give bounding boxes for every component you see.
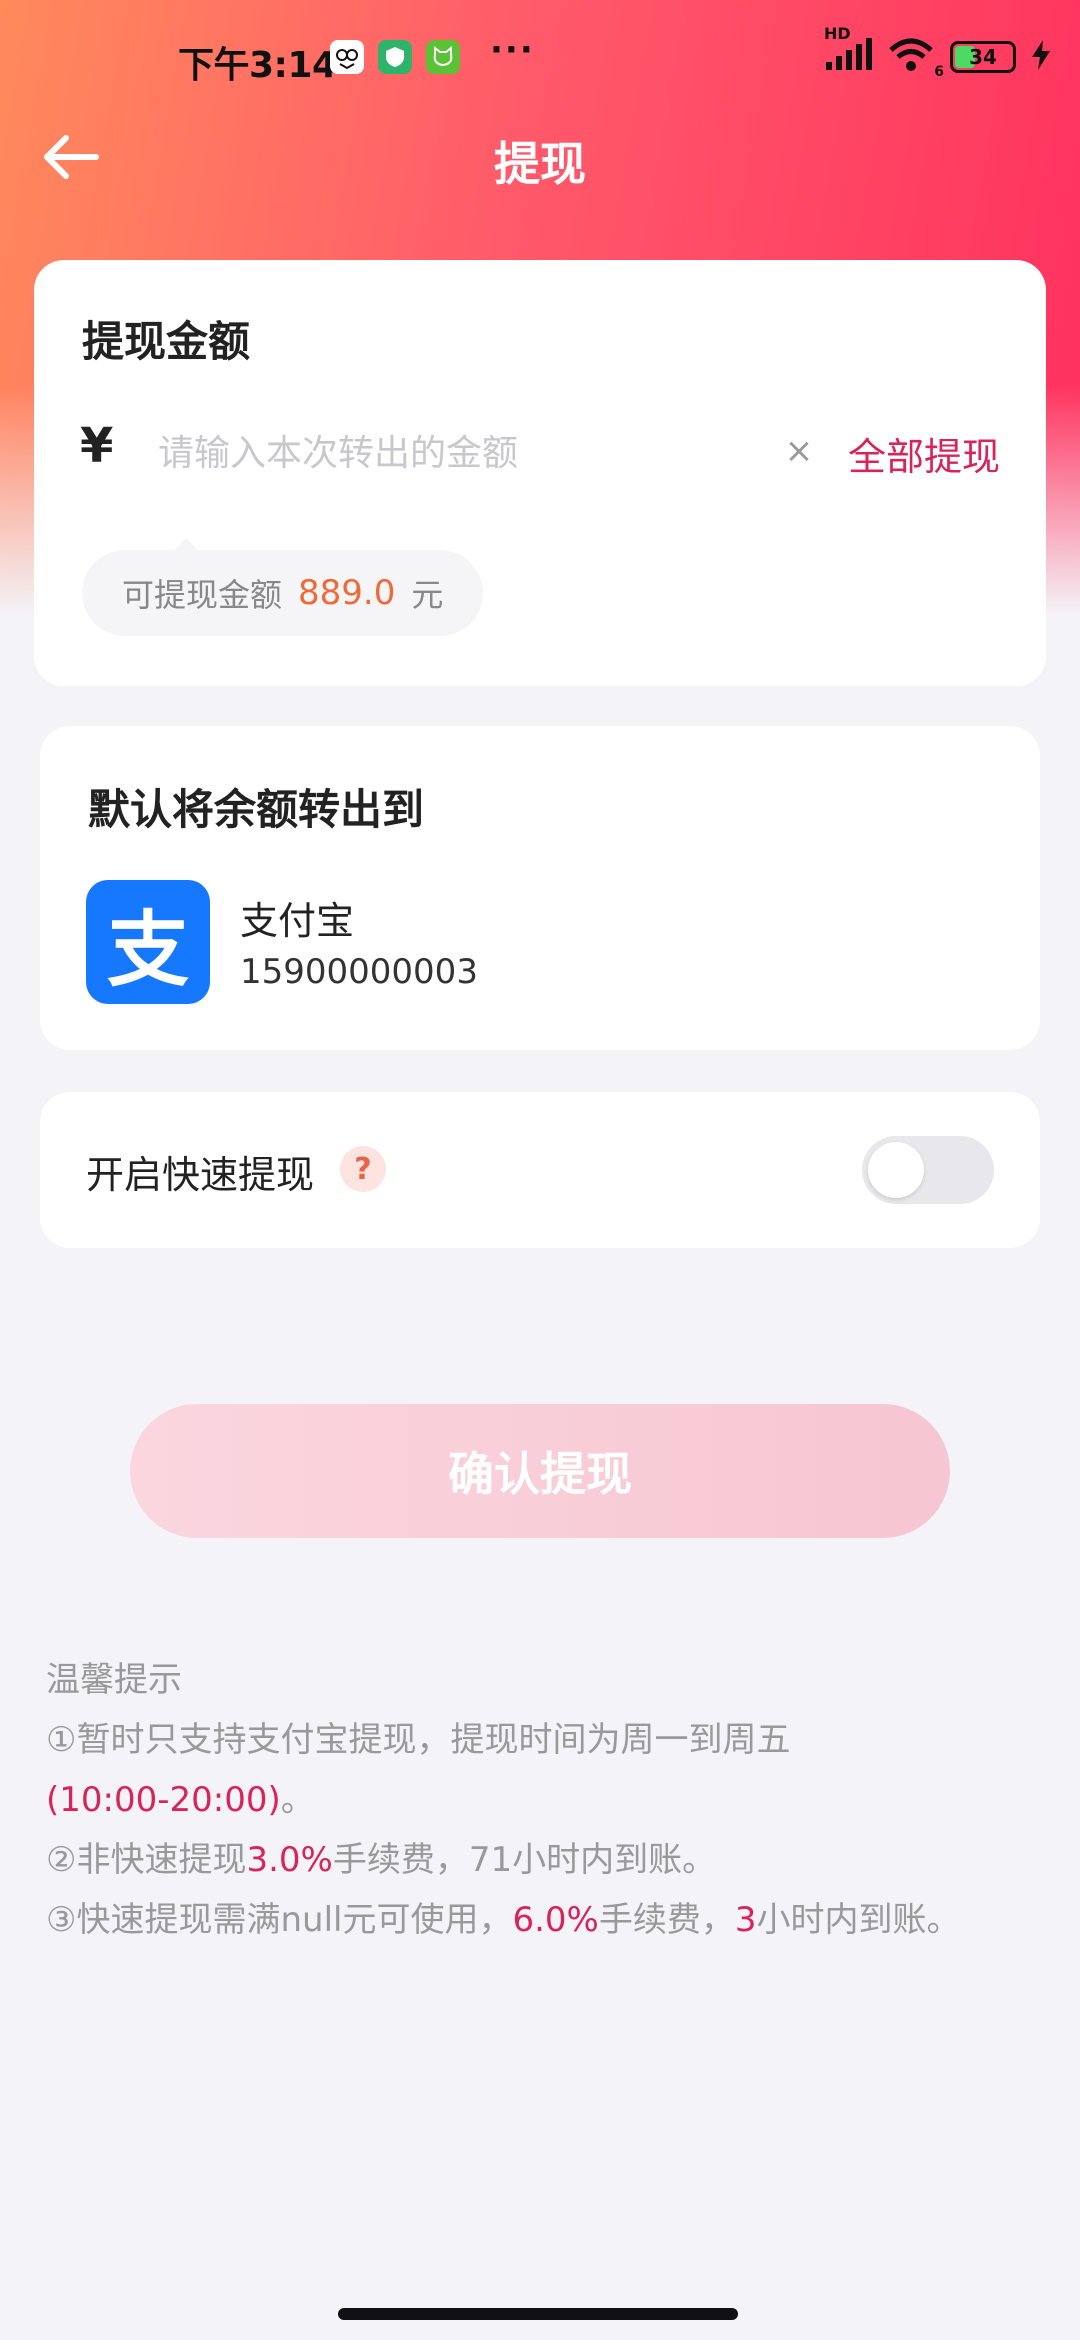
tip-1-text: ①暂时只支持支付宝提现，提现时间为周一到周五 <box>46 1720 791 1760</box>
help-icon[interactable]: ? <box>340 1146 386 1192</box>
withdraw-all-button[interactable]: 全部提现 <box>848 426 1000 481</box>
system-indicators: HD 6 34 <box>824 24 1050 80</box>
available-balance: 可提现金额 889.0 元 <box>82 538 484 636</box>
tip-line-1: ①暂时只支持支付宝提现，提现时间为周一到周五 <box>46 1710 1046 1770</box>
network-label: HD <box>824 24 851 43</box>
status-time: 下午3:14 <box>178 45 337 86</box>
tip-3-rate: 6.0% <box>512 1900 599 1940</box>
tips-section: 温馨提示 ①暂时只支持支付宝提现，提现时间为周一到周五 (10:00-20:00… <box>46 1650 1046 1950</box>
home-indicator[interactable] <box>338 2308 738 2320</box>
tip-3-text: ③快速提现需满null元可使用， <box>46 1900 513 1940</box>
tip-3-fee: 手续费， <box>598 1900 735 1940</box>
tip-line-1-cont: (10:00-20:00)。 <box>46 1770 1046 1830</box>
signal-icon: HD <box>824 24 872 76</box>
wifi-icon: 6 <box>888 38 944 80</box>
fast-withdraw-label: 开启快速提现 <box>86 1153 315 1197</box>
tip-line-2: ②非快速提现3.0%手续费，71小时内到账。 <box>46 1830 1046 1890</box>
fast-withdraw-toggle[interactable] <box>862 1136 994 1204</box>
destination-card[interactable]: 默认将余额转出到 支 支付宝 15900000003 <box>40 726 1040 1050</box>
cat-app-icon <box>426 40 460 74</box>
shield-app-icon <box>378 40 412 74</box>
amount-card-title: 提现金额 <box>82 317 251 366</box>
tip-3-rest: 小时内到账。 <box>756 1900 961 1940</box>
tip-2-text: ②非快速提现 <box>46 1840 247 1880</box>
tip-1-hours: (10:00-20:00) <box>46 1780 281 1820</box>
wifi-standard-label: 6 <box>934 64 944 80</box>
balance-label: 可提现金额 <box>122 576 283 614</box>
tip-line-3: ③快速提现需满null元可使用，6.0%手续费，3小时内到账。 <box>46 1890 1046 1950</box>
balance-unit: 元 <box>411 576 444 614</box>
tip-2-rest: 手续费，71小时内到账。 <box>332 1840 717 1880</box>
fast-withdraw-card: 开启快速提现 ? <box>40 1092 1040 1248</box>
more-notifications-icon: ··· <box>490 30 535 70</box>
owl-app-icon <box>330 40 364 74</box>
clear-icon[interactable]: × <box>774 426 824 476</box>
currency-symbol: ¥ <box>80 418 114 474</box>
alipay-logo-icon: 支 <box>86 880 210 1004</box>
withdraw-amount-card: 提现金额 ¥ × 全部提现 可提现金额 889.0 元 <box>34 260 1046 686</box>
destination-card-title: 默认将余额转出到 <box>88 785 425 834</box>
confirm-withdraw-button[interactable]: 确认提现 <box>130 1404 950 1538</box>
tip-1-end: 。 <box>280 1780 315 1820</box>
charging-icon <box>1032 40 1050 74</box>
balance-value: 889.0 <box>298 573 396 613</box>
battery-icon: 34 <box>950 41 1016 73</box>
status-bar: 下午3:14 ··· HD 6 34 <box>0 0 1080 120</box>
alipay-logo-glyph: 支 <box>106 902 189 998</box>
payment-account: 15900000003 <box>240 952 478 992</box>
tip-2-rate: 3.0% <box>246 1840 333 1880</box>
notification-icons <box>330 40 460 74</box>
amount-input[interactable] <box>158 418 778 488</box>
tips-title: 温馨提示 <box>46 1660 182 1700</box>
payment-method-name: 支付宝 <box>240 899 355 943</box>
battery-level: 34 <box>969 45 997 69</box>
toggle-knob <box>868 1142 924 1198</box>
tip-3-hours: 3 <box>734 1900 757 1940</box>
page-title: 提现 <box>494 137 586 191</box>
